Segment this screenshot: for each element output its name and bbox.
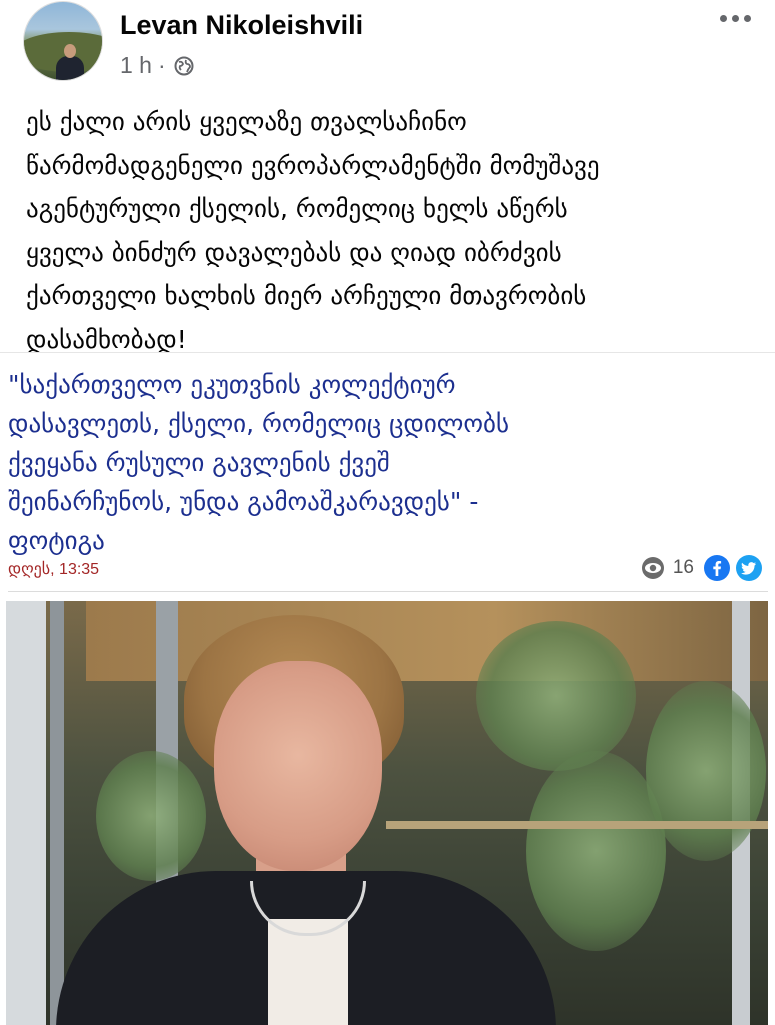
avatar-person-head [64,44,76,58]
post-text-line: ქართველი ხალხის მიერ არჩეული მთავრობის [26,281,587,310]
article-date: დღეს, 13:35 [8,561,100,578]
article-title-line: დასავლეთს, ქსელი, რომელიც ცდილობს [8,409,510,438]
shared-article[interactable]: "საქართველო ეკუთვნის კოლექტიურ დასავლეთს… [0,352,775,1025]
post-text: ეს ქალი არის ყველაზე თვალსაჩინო წარმომად… [26,100,756,361]
article-title[interactable]: "საქართველო ეკუთვნის კოლექტიურ დასავლეთს… [8,365,758,560]
photo-background-plant [646,681,766,861]
photo-background-rail [386,821,768,829]
photo-background-pillar [50,601,64,1025]
article-title-line: შეინარჩუნოს, უნდა გამოაშკარავდეს" - [8,487,479,516]
more-dot [731,14,739,22]
post-time[interactable]: 1 h [120,52,152,79]
photo-background-plant [476,621,636,771]
facebook-icon[interactable] [704,555,730,581]
article-stats: 16 [639,555,762,581]
photo-person-face [214,661,382,871]
photo-background-plant [526,751,666,951]
photo-background-ceiling [86,601,768,681]
article-title-line: ქვეყანა რუსული გავლენის ქვეშ [8,448,390,477]
post-text-line: აგენტურული ქსელის, რომელიც ხელს აწერს [26,194,568,223]
more-dot [719,14,727,22]
more-dot [743,14,751,22]
avatar-person-body [56,56,84,80]
author-name[interactable]: Levan Nikoleishvili [120,10,363,41]
photo-background-pillar [6,601,46,1025]
author-avatar[interactable] [24,2,102,80]
more-options-icon[interactable] [712,4,758,32]
article-photo[interactable] [6,601,768,1025]
meta-separator: · [157,52,166,78]
view-count: 16 [672,557,694,578]
article-meta: დღეს, 13:35 16 [8,555,768,587]
eye-icon [641,557,664,579]
post-text-line: წარმომადგენელი ევროპარლამენტში მომუშავე [26,150,600,180]
post-meta: 1 h · [120,52,194,79]
twitter-icon[interactable] [736,555,762,581]
globe-icon[interactable] [174,56,194,76]
photo-background-plant [96,751,206,881]
post-text-line: ყველა ბინძურ დავალებას და ღიად იბრძვის [26,237,562,267]
article-title-line: "საქართველო ეკუთვნის კოლექტიურ [8,370,456,399]
article-divider [8,591,768,592]
post-header: Levan Nikoleishvili 1 h · [0,0,775,90]
post-text-line: ეს ქალი არის ყველაზე თვალსაჩინო [26,107,467,136]
